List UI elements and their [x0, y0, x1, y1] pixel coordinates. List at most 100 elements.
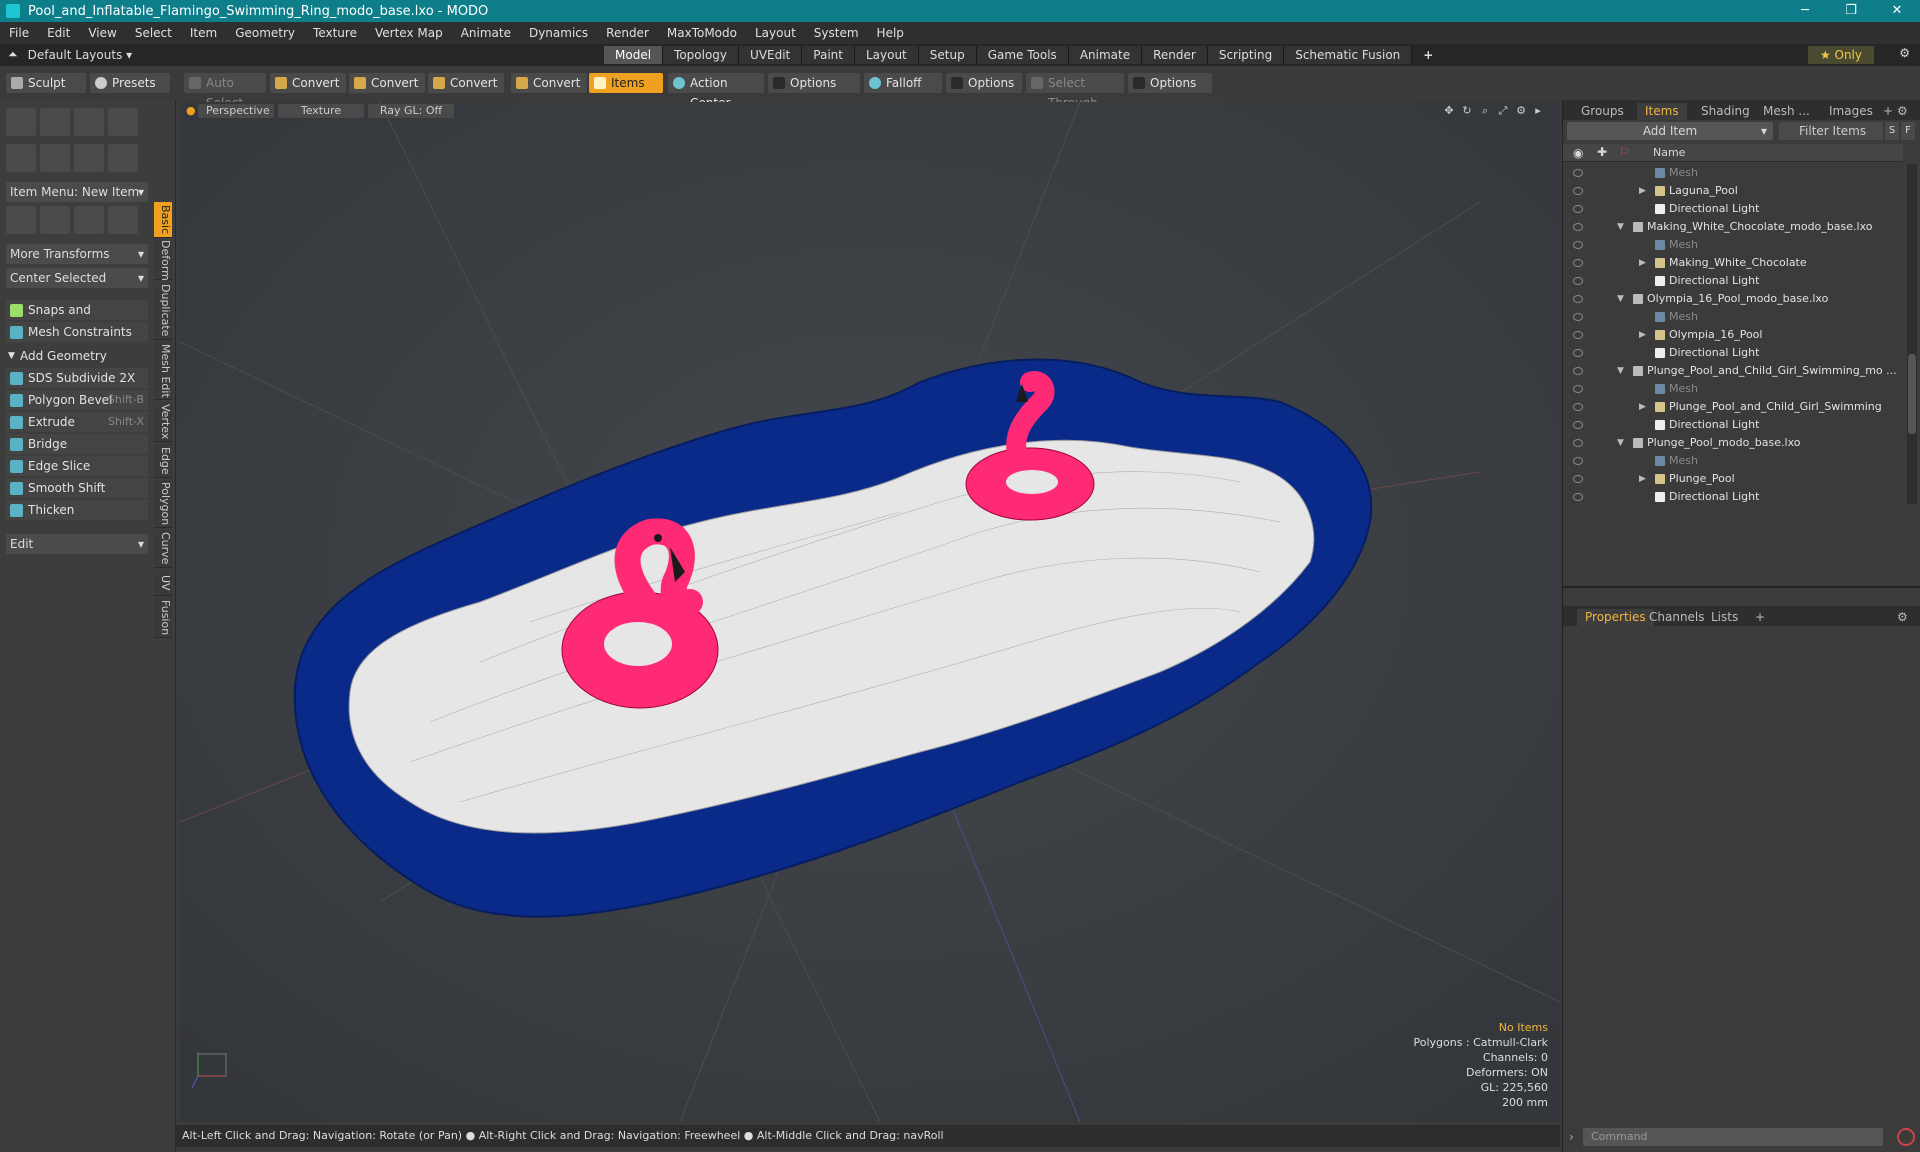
capsule-icon[interactable] [40, 144, 70, 172]
filter-items-input[interactable]: Filter Items [1779, 122, 1883, 140]
f-filter-button[interactable]: F [1901, 122, 1915, 140]
tree-item-group[interactable]: ▶ Olympia_16_Pool [1563, 326, 1903, 344]
cone-icon[interactable] [108, 108, 138, 136]
polygon-bevel-button[interactable]: Polygon Bevel Shift-B [6, 390, 148, 410]
tree-item-light[interactable]: Directional Light [1563, 200, 1903, 218]
visibility-eye-icon[interactable] [1573, 223, 1583, 231]
menu-vertex-map[interactable]: Vertex Map [366, 26, 452, 40]
tree-item-scene[interactable]: ▼ Plunge_Pool_modo_base.lxo [1563, 434, 1903, 452]
collapse-icon[interactable]: ⏶ [8, 47, 18, 62]
expand-down-icon[interactable]: ▼ [1617, 362, 1624, 380]
tree-item-mesh[interactable]: Mesh [1563, 236, 1903, 254]
add-geometry-header[interactable]: ▼ Add Geometry [6, 346, 148, 366]
rotate-icon[interactable]: ↻ [1460, 104, 1474, 118]
command-expand-icon[interactable]: › [1569, 1130, 1574, 1144]
minimize-button[interactable]: ─ [1782, 0, 1828, 22]
bridge-button[interactable]: Bridge [6, 434, 148, 454]
tab-paint[interactable]: Paint [802, 46, 855, 64]
expand-down-icon[interactable]: ▼ [1617, 290, 1624, 308]
expand-right-icon[interactable]: ▶ [1639, 398, 1646, 416]
tree-scrollbar[interactable] [1907, 164, 1917, 504]
vtab-uv[interactable]: UV [154, 570, 172, 596]
tree-item-group[interactable]: ▶ Plunge_Pool_and_Child_Girl_Swimming [1563, 398, 1903, 416]
tab-items[interactable]: Items [1637, 103, 1687, 120]
extrude-button[interactable]: Extrude Shift-X [6, 412, 148, 432]
visibility-eye-icon[interactable] [1573, 493, 1583, 501]
maximize-button[interactable]: ❐ [1828, 0, 1874, 22]
action-center-options-button[interactable]: Options [768, 73, 860, 93]
select-through-options-button[interactable]: Options [1128, 73, 1212, 93]
falloff-options-button[interactable]: Options [946, 73, 1022, 93]
vtab-deform[interactable]: Deform [154, 240, 172, 281]
shading-mode-button[interactable]: Texture [278, 104, 364, 118]
tab-shading[interactable]: Shading [1693, 103, 1758, 120]
menu-animate[interactable]: Animate [452, 26, 520, 40]
pen-icon[interactable] [74, 144, 104, 172]
tree-item-light[interactable]: Directional Light [1563, 344, 1903, 362]
visibility-eye-icon[interactable] [1573, 403, 1583, 411]
visibility-eye-icon[interactable] [1573, 439, 1583, 447]
sculpt-button[interactable]: Sculpt [6, 73, 86, 93]
menu-layout[interactable]: Layout [746, 26, 805, 40]
text-icon[interactable] [108, 144, 138, 172]
vtab-edge[interactable]: Edge [154, 444, 172, 478]
expand-down-icon[interactable]: ▼ [1617, 434, 1624, 452]
items-mode-button[interactable]: Items [589, 73, 663, 93]
more-transforms-dropdown[interactable]: More Transforms ▾ [6, 244, 148, 264]
thicken-button[interactable]: Thicken [6, 500, 148, 520]
visibility-eye-icon[interactable] [1573, 259, 1583, 267]
tab-groups[interactable]: Groups [1573, 103, 1632, 120]
tab-schematic-fusion[interactable]: Schematic Fusion [1284, 46, 1413, 64]
maximize-viewport-icon[interactable]: ⤢ [1496, 104, 1510, 118]
tree-scrollbar-thumb[interactable] [1908, 354, 1916, 434]
panel-options-icon[interactable]: ⚙ [1895, 103, 1910, 120]
expand-right-icon[interactable]: ▶ [1639, 254, 1646, 272]
visibility-eye-icon[interactable] [1573, 385, 1583, 393]
convert-edges-button[interactable]: Convert [349, 73, 425, 93]
vtab-mesh-edit[interactable]: Mesh Edit [154, 342, 172, 400]
tree-item-mesh[interactable]: Mesh [1563, 164, 1903, 182]
tab-uvedit[interactable]: UVEdit [739, 46, 803, 64]
vtab-polygon[interactable]: Polygon [154, 480, 172, 528]
cube-icon[interactable] [6, 108, 36, 136]
sphere-icon[interactable] [40, 108, 70, 136]
cylinder-icon[interactable] [74, 108, 104, 136]
tree-item-light[interactable]: Directional Light [1563, 272, 1903, 290]
close-button[interactable]: ✕ [1874, 0, 1920, 22]
visibility-eye-icon[interactable] [1573, 205, 1583, 213]
tree-item-light[interactable]: Directional Light [1563, 416, 1903, 434]
edit-dropdown[interactable]: Edit ▾ [6, 534, 148, 554]
convert-vertices-button[interactable]: Convert [270, 73, 346, 93]
raygl-button[interactable]: Ray GL: Off [368, 104, 454, 118]
tree-item-mesh[interactable]: Mesh [1563, 308, 1903, 326]
visibility-eye-icon[interactable] [1573, 349, 1583, 357]
menu-select[interactable]: Select [126, 26, 181, 40]
command-input[interactable]: Command [1583, 1128, 1883, 1146]
tree-item-scene[interactable]: ▼ Olympia_16_Pool_modo_base.lxo [1563, 290, 1903, 308]
viewport-scene[interactable] [180, 102, 1560, 1122]
visibility-eye-icon[interactable] [1573, 457, 1583, 465]
mesh-constraints-button[interactable]: Mesh Constraints [6, 322, 148, 342]
tree-item-scene[interactable]: ▼ Plunge_Pool_and_Child_Girl_Swimming_mo … [1563, 362, 1903, 380]
visibility-eye-icon[interactable] [1573, 277, 1583, 285]
tab-channels[interactable]: Channels [1641, 609, 1713, 626]
tab-game-tools[interactable]: Game Tools [976, 46, 1069, 64]
tab-topology[interactable]: Topology [663, 46, 740, 64]
tab-render[interactable]: Render [1142, 46, 1208, 64]
tab-lists[interactable]: Lists [1703, 609, 1746, 626]
tree-item-mesh[interactable]: Mesh [1563, 380, 1903, 398]
presets-button[interactable]: Presets F6 [90, 73, 170, 110]
expand-right-icon[interactable]: ▶ [1639, 326, 1646, 344]
viewport-gear-icon[interactable]: ⚙ [1514, 104, 1528, 118]
s-filter-button[interactable]: S [1885, 122, 1899, 140]
item-menu-dropdown[interactable]: Item Menu: New Item ▾ [6, 182, 148, 202]
sds-subdivide-button[interactable]: SDS Subdivide 2X [6, 368, 148, 388]
vtab-basic[interactable]: Basic [154, 202, 172, 238]
edge-slice-button[interactable]: Edge Slice [6, 456, 148, 476]
expand-down-icon[interactable]: ▼ [1617, 218, 1624, 236]
visibility-eye-icon[interactable] [1573, 331, 1583, 339]
3d-viewport[interactable]: ● Perspective Texture Ray GL: Off ✥ ↻ ⌕ … [180, 102, 1560, 1122]
visibility-eye-icon[interactable] [1573, 295, 1583, 303]
tree-item-group[interactable]: ▶ Plunge_Pool [1563, 470, 1903, 488]
globe-icon[interactable] [74, 206, 104, 234]
